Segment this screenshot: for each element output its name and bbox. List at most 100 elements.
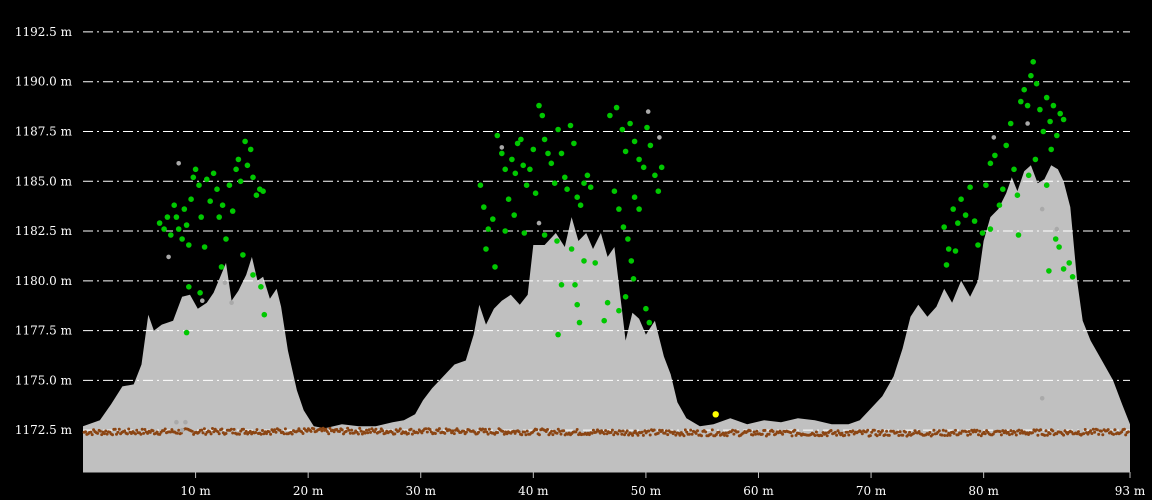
vegetation-point [250,272,256,278]
ground-point [898,430,902,434]
vegetation-point [247,146,254,153]
ground-point [660,428,664,432]
ground-point [290,432,294,436]
ground-point [301,432,305,435]
ground-point [736,430,740,434]
vegetation-point [992,152,998,159]
ground-point [616,432,620,436]
x-tick-label: 50 m [631,484,662,498]
vegetation-point [250,174,256,181]
ground-point [312,427,316,431]
ground-point [535,428,539,432]
vegetation-point [168,232,174,238]
ground-point [999,433,1003,437]
vegetation-point [620,224,627,230]
vegetation-point [644,124,650,131]
vegetation-point [601,317,607,324]
ground-point [793,428,797,432]
ground-point [625,429,629,433]
ground-point [944,429,948,433]
ground-point [209,432,213,436]
vegetation-point [1040,128,1047,135]
vegetation-point [1048,146,1054,153]
vegetation-point [979,230,986,236]
ground-point [1039,428,1043,432]
y-tick-label: 1175.0 m [15,373,73,387]
vegetation-point [636,156,642,163]
ground-point [410,432,414,436]
vegetation-point [1000,186,1006,192]
ground-point [767,432,771,436]
vegetation-point [616,206,622,212]
ground-point [1095,428,1099,432]
ground-point [443,431,447,435]
ground-point [952,431,956,435]
ground-point [393,432,397,436]
vegetation-point [652,172,658,179]
ground-point [851,429,855,433]
ground-point [640,430,644,434]
ground-point [348,431,352,435]
ground-point [709,432,713,436]
vegetation-point [1033,80,1040,87]
ground-point [1091,427,1095,431]
vegetation-point [1003,142,1009,149]
vegetation-point [1052,236,1059,242]
ground-point [117,427,121,431]
vegetation-point [164,214,171,220]
ground-point [244,429,248,433]
ground-point [682,434,686,438]
ground-point [966,433,970,437]
vegetation-point [198,214,204,220]
ground-point [481,427,485,431]
unclassified-point [1054,226,1060,232]
ground-point [610,428,614,432]
ground-point [877,429,880,433]
ground-point [641,433,645,437]
ground-point [232,427,236,431]
vegetation-point [1024,102,1031,109]
y-tick-label: 1177.5 m [15,324,73,338]
vegetation-point [183,329,190,336]
ground-point [358,426,362,430]
ground-point [887,433,891,437]
ground-point [575,428,579,431]
ground-point [866,428,870,432]
vegetation-point [548,160,555,167]
ground-point [409,427,413,431]
x-tick-label: 70 m [856,484,887,498]
ground-point [113,427,117,431]
highlight-point [712,411,719,418]
ground-point [604,429,608,433]
vegetation-point [1014,192,1021,198]
ground-point [700,434,703,438]
ground-point [620,432,624,436]
vegetation-point [490,216,496,222]
ground-point [451,429,455,433]
unclassified-point [174,419,179,425]
ground-point [717,430,721,434]
ground-point [689,428,693,432]
vegetation-point [996,202,1003,208]
ground-point [829,429,833,432]
ground-point [350,428,354,432]
profile-chart: 1172.5 m 1175.0 m 1177.5 m 1180.0 m 1182.5 m… [0,0,1152,500]
vegetation-point [562,174,568,181]
ground-point [177,428,181,432]
ground-point [1106,428,1110,432]
ground-point [116,430,120,434]
ground-point [501,429,505,433]
unclassified-point [176,161,181,166]
ground-point [875,434,879,438]
ground-point [373,430,377,434]
ground-point [524,433,528,437]
vegetation-point [532,190,539,196]
vegetation-point [955,220,961,226]
vegetation-point [223,236,229,242]
ground-point [523,430,526,434]
ground-point [452,432,456,436]
unclassified-point [1025,121,1030,126]
vegetation-point [541,136,548,143]
ground-point [1126,430,1130,434]
vegetation-point [574,301,580,308]
